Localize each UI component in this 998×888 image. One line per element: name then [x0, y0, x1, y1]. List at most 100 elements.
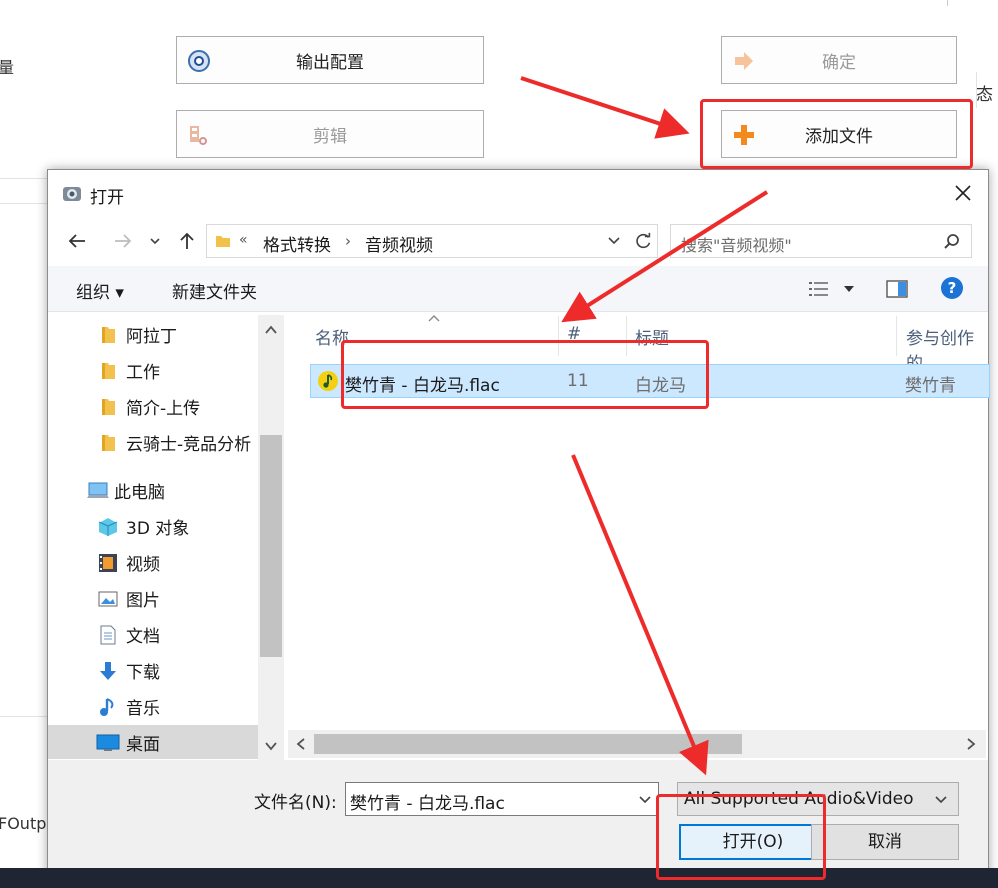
output-config-label: 输出配置 — [296, 52, 364, 73]
divider — [947, 0, 948, 6]
file-type-value: All Supported Audio&Video — [684, 789, 914, 809]
nav-item-label: 视频 — [126, 555, 160, 575]
download-icon — [100, 662, 116, 680]
divider — [0, 178, 48, 179]
file-track-number: 11 — [567, 371, 589, 391]
new-folder-button[interactable]: 新建文件夹 — [172, 278, 257, 303]
nav-item-label: 下载 — [126, 663, 160, 683]
dialog-toolbar: 组织 ▾ 新建文件夹 ? — [48, 266, 988, 312]
back-icon[interactable] — [66, 230, 88, 252]
nav-item-desktop[interactable]: 桌面 — [48, 725, 258, 759]
add-file-button[interactable]: 添加文件 — [721, 110, 957, 158]
address-row: « 格式转换 › 音频视频 搜索"音频视频" — [48, 218, 988, 264]
refresh-button[interactable] — [630, 224, 658, 258]
folder-icon — [102, 435, 115, 451]
scroll-left-icon[interactable] — [294, 737, 308, 751]
nav-item-music[interactable]: 音乐 — [48, 689, 258, 723]
dialog-title: 打开 — [90, 188, 124, 208]
column-header-title[interactable]: 标题 — [635, 324, 669, 349]
open-file-dialog: 打开 « 格式转换 › 音频视频 搜索"音频视频" 组织 ▾ 新建文件夹 ? 阿… — [47, 169, 990, 882]
nav-item-3d-objects[interactable]: 3D 对象 — [48, 509, 258, 543]
add-file-label: 添加文件 — [805, 126, 873, 147]
cancel-button[interactable]: 取消 — [811, 824, 959, 860]
clip-button[interactable]: 剪辑 — [176, 110, 484, 158]
nav-item-competitor-analysis[interactable]: 云骑士-竞品分析 — [48, 425, 258, 459]
breadcrumb-separator: › — [345, 232, 351, 250]
nav-item-label: 3D 对象 — [126, 519, 190, 539]
pictures-icon — [98, 591, 118, 607]
forward-icon[interactable] — [112, 230, 134, 252]
nav-item-pictures[interactable]: 图片 — [48, 581, 258, 615]
help-icon[interactable]: ? — [940, 276, 964, 300]
recent-dropdown-icon[interactable] — [148, 230, 162, 252]
column-header-name[interactable]: 名称 — [315, 324, 349, 349]
scrollbar-thumb[interactable] — [314, 734, 742, 754]
nav-item-work[interactable]: 工作 — [48, 353, 258, 387]
chevron-down-icon[interactable] — [607, 235, 621, 247]
output-config-button[interactable]: 输出配置 — [176, 36, 484, 84]
nav-item-downloads[interactable]: 下载 — [48, 653, 258, 687]
breadcrumb-item[interactable]: 格式转换 — [263, 231, 331, 256]
column-separator — [896, 316, 897, 356]
documents-icon — [100, 625, 116, 645]
folder-icon — [102, 363, 115, 379]
truncated-label-right: 态 — [976, 85, 993, 105]
search-icon[interactable] — [943, 233, 961, 251]
breadcrumb-item[interactable]: 音频视频 — [365, 231, 433, 256]
folder-icon — [102, 327, 115, 343]
computer-icon — [87, 482, 109, 498]
address-bar[interactable]: « 格式转换 › 音频视频 — [206, 224, 658, 258]
nav-item-intro-upload[interactable]: 简介-上传 — [48, 389, 258, 423]
view-details-icon[interactable] — [808, 280, 830, 298]
up-icon[interactable] — [176, 230, 198, 252]
clip-label: 剪辑 — [313, 126, 347, 147]
svg-text:?: ? — [948, 279, 957, 297]
filename-value: 樊竹青 - 白龙马.flac — [350, 794, 505, 814]
nav-item-label: 此电脑 — [114, 483, 165, 503]
open-button[interactable]: 打开(O) — [679, 824, 827, 860]
nav-scrollbar[interactable] — [258, 315, 284, 760]
audio-file-icon — [318, 371, 338, 391]
nav-item-aladdin[interactable]: 阿拉丁 — [48, 317, 258, 351]
search-box[interactable]: 搜索"音频视频" — [670, 224, 972, 258]
nav-item-this-pc[interactable]: 此电脑 — [48, 473, 258, 507]
scroll-down-icon[interactable] — [264, 739, 278, 753]
film-scissors-icon — [190, 126, 207, 145]
video-icon — [99, 554, 117, 572]
column-separator — [626, 316, 627, 356]
chevron-down-icon — [935, 796, 947, 804]
view-dropdown-icon[interactable] — [843, 284, 855, 294]
scrollbar-thumb[interactable] — [260, 435, 282, 657]
app-icon — [63, 187, 81, 201]
preview-pane-icon[interactable] — [886, 278, 908, 300]
music-icon — [100, 698, 114, 716]
filename-input[interactable]: 樊竹青 - 白龙马.flac — [345, 782, 659, 816]
overflow-chevron[interactable]: « — [239, 232, 248, 248]
file-type-filter[interactable]: All Supported Audio&Video — [677, 782, 959, 816]
file-title: 白龙马 — [635, 376, 686, 396]
folder-icon — [216, 236, 230, 247]
file-artist: 樊竹青 — [905, 376, 956, 396]
dialog-titlebar: 打开 — [48, 170, 988, 218]
nav-item-label: 简介-上传 — [126, 399, 201, 419]
desktop-icon — [96, 734, 120, 751]
dialog-footer: 文件名(N): 樊竹青 - 白龙马.flac All Supported Aud… — [48, 760, 988, 882]
file-row[interactable]: 樊竹青 - 白龙马.flac 11 白龙马 樊竹青 — [310, 364, 990, 398]
column-header-number[interactable]: # — [567, 324, 581, 344]
scroll-up-icon[interactable] — [264, 323, 278, 337]
confirm-label: 确定 — [822, 52, 856, 73]
navigation-pane: 阿拉丁 工作 简介-上传 云骑士-竞品分析 此电脑 3D 对象 视频 图片 文档… — [48, 315, 284, 760]
nav-item-documents[interactable]: 文档 — [48, 617, 258, 651]
nav-item-label: 云骑士-竞品分析 — [126, 435, 252, 455]
file-list-hscrollbar[interactable] — [288, 730, 986, 758]
taskbar — [0, 868, 998, 888]
confirm-button[interactable]: 确定 — [721, 36, 957, 84]
close-icon[interactable] — [950, 180, 976, 206]
nav-item-label: 文档 — [126, 627, 160, 647]
arrow-right-icon — [735, 52, 753, 70]
chevron-down-icon[interactable] — [638, 794, 652, 806]
nav-item-videos[interactable]: 视频 — [48, 545, 258, 579]
organize-menu[interactable]: 组织 ▾ — [76, 278, 124, 303]
divider — [0, 716, 48, 717]
scroll-right-icon[interactable] — [964, 737, 978, 751]
